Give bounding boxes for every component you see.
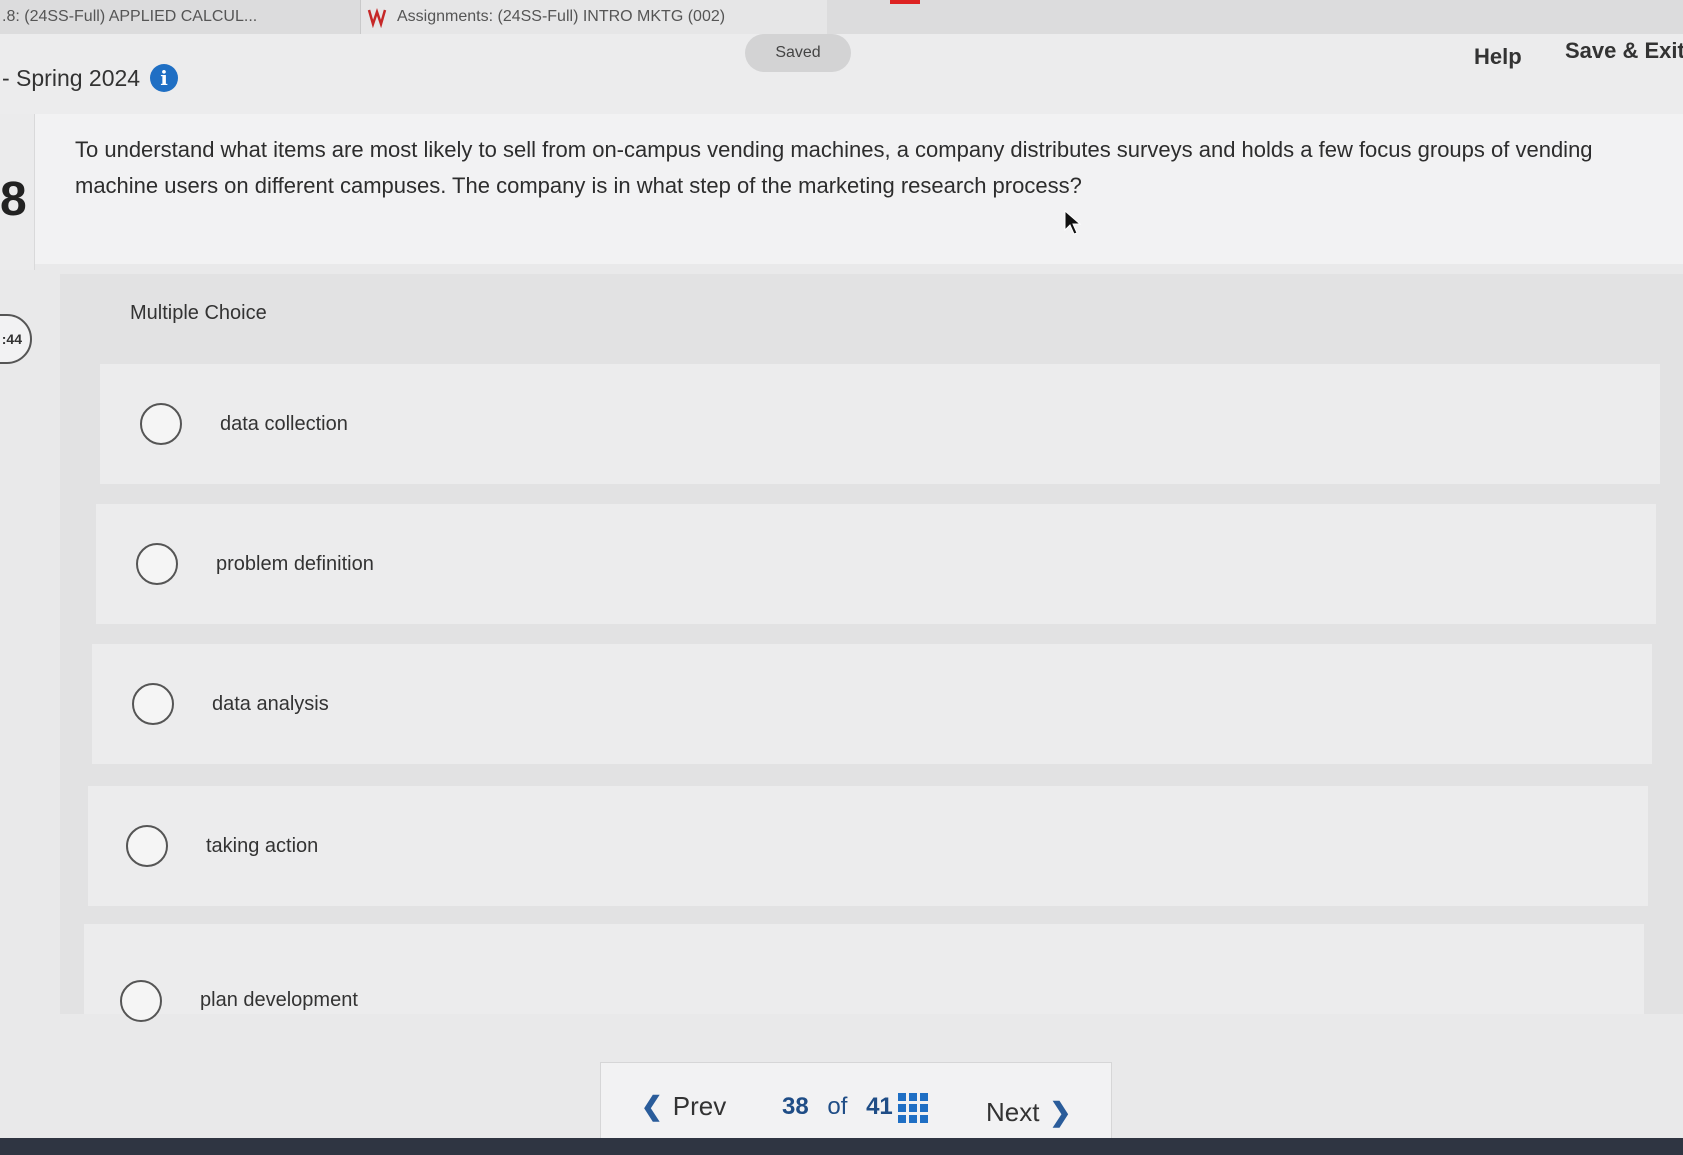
radio-button[interactable] xyxy=(140,403,182,445)
choice-label: taking action xyxy=(206,834,319,857)
page-indicator: 38 of 41 xyxy=(776,1093,899,1121)
radio-button[interactable] xyxy=(136,543,178,585)
browser-tab-calculus[interactable]: .8: (24SS-Full) APPLIED CALCUL... xyxy=(0,0,352,34)
answer-area: Multiple Choice data collection problem … xyxy=(60,274,1683,1022)
choice-label: plan development xyxy=(200,989,358,1011)
radio-button[interactable] xyxy=(120,980,162,1022)
question-number: 8 xyxy=(0,173,27,226)
total-question-count: 41 xyxy=(866,1093,893,1120)
choice-option[interactable]: problem definition xyxy=(96,504,1656,624)
browser-tab-label: .8: (24SS-Full) APPLIED CALCUL... xyxy=(2,8,258,25)
course-title: - Spring 2024 i xyxy=(2,64,179,92)
choice-option[interactable]: data collection xyxy=(100,364,1660,484)
page-of-label: of xyxy=(827,1093,848,1120)
choice-option[interactable]: plan development xyxy=(84,924,1644,1022)
current-question-number: 38 xyxy=(782,1093,809,1120)
chevron-left-icon: ❮ xyxy=(641,1091,663,1121)
chevron-right-icon: ❯ xyxy=(1049,1097,1072,1127)
help-button[interactable]: Help xyxy=(1474,44,1522,70)
question-panel: 8 To understand what items are most like… xyxy=(0,114,1683,270)
radio-button[interactable] xyxy=(132,683,174,725)
browser-tab-strip: .8: (24SS-Full) APPLIED CALCUL... Assign… xyxy=(0,0,1683,34)
header-bar: - Spring 2024 i Saved Help Save & Exit xyxy=(0,34,1683,114)
radio-button[interactable] xyxy=(126,825,168,867)
saved-status-badge: Saved xyxy=(745,34,851,72)
prev-button[interactable]: ❮ Prev xyxy=(631,1091,726,1122)
mouse-cursor-icon xyxy=(1064,210,1082,235)
browser-tab-assignments[interactable]: Assignments: (24SS-Full) INTRO MKTG (002… xyxy=(360,0,827,34)
question-number-rail: 8 xyxy=(0,114,35,270)
choice-label: data analysis xyxy=(212,692,329,715)
choice-label: problem definition xyxy=(216,552,374,575)
info-icon[interactable]: i xyxy=(150,64,179,92)
browser-tab-stub[interactable] xyxy=(890,0,920,4)
save-exit-button[interactable]: Save & Exit xyxy=(1565,38,1683,64)
question-grid-icon[interactable] xyxy=(898,1093,928,1123)
choice-option[interactable]: data analysis xyxy=(92,644,1652,764)
timer-badge: :44 xyxy=(0,314,32,364)
browser-tab-label: Assignments: (24SS-Full) INTRO MKTG (002… xyxy=(397,8,726,25)
next-button[interactable]: Next ❯ xyxy=(986,1097,1081,1128)
question-type-label: Multiple Choice xyxy=(130,302,267,324)
next-label: Next xyxy=(986,1097,1040,1127)
mcgraw-hill-icon xyxy=(367,8,387,28)
prev-label: Prev xyxy=(672,1091,727,1121)
course-title-text: - Spring 2024 xyxy=(2,64,141,91)
choice-label: data collection xyxy=(220,412,348,435)
quiz-page: .8: (24SS-Full) APPLIED CALCUL... Assign… xyxy=(0,0,1683,1155)
choice-option[interactable]: taking action xyxy=(88,786,1648,906)
question-prompt: To understand what items are most likely… xyxy=(75,137,1593,198)
taskbar-edge xyxy=(0,1138,1683,1155)
